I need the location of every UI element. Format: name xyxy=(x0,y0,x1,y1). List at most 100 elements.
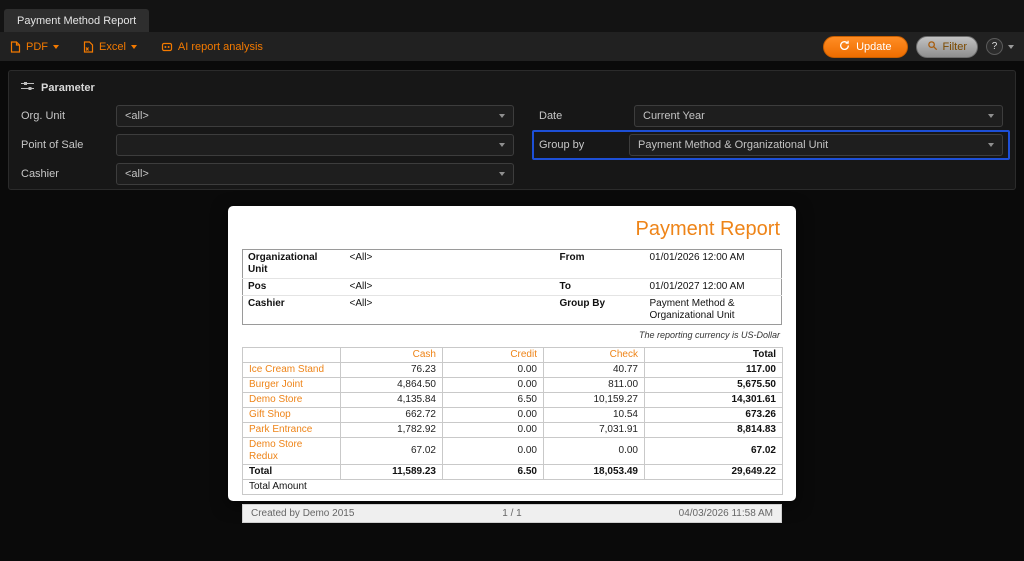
info-to-value: 01/01/2027 12:00 AM xyxy=(644,278,782,296)
report-table-row: Park Entrance 1,782.92 0.00 7,031.91 8,814.8… xyxy=(242,422,783,438)
footer-timestamp: 04/03/2026 11:58 AM xyxy=(678,508,773,519)
amount-cell: 10,159.27 xyxy=(543,392,645,408)
update-button[interactable]: Update xyxy=(823,35,908,58)
sliders-icon xyxy=(21,81,34,94)
cashier-value: <all> xyxy=(125,167,149,180)
group-by-highlight-box: Group by Payment Method & Organizational… xyxy=(532,129,1010,160)
parameter-panel: Parameter Org. Unit <all> Date Current Y… xyxy=(8,70,1016,190)
ai-report-analysis-icon xyxy=(161,41,173,53)
report-data-table: Cash Credit Check Total Ice Cream Stand 76.2… xyxy=(242,347,783,495)
report-table-row: Burger Joint 4,864.50 0.00 811.00 5,675.50 xyxy=(242,377,783,393)
group-by-select[interactable]: Payment Method & Organizational Unit xyxy=(629,133,1003,156)
pdf-menu-button[interactable]: PDF xyxy=(10,41,59,53)
row-label: Demo Store xyxy=(242,392,341,408)
excel-icon xyxy=(83,40,94,53)
total-amount-row: Total Amount xyxy=(242,479,783,495)
amount-cell: 0.00 xyxy=(442,377,544,393)
date-select[interactable]: Current Year xyxy=(634,104,1003,127)
cashier-label: Cashier xyxy=(21,167,59,180)
org-unit-select[interactable]: <all> xyxy=(116,104,514,127)
info-cashier-label: Cashier xyxy=(248,298,285,309)
info-pos-label: Pos xyxy=(242,278,345,296)
column-header: Total xyxy=(644,347,783,363)
amount-cell: 0.00 xyxy=(442,407,544,423)
amount-cell: 76.23 xyxy=(340,362,443,378)
amount-cell: 811.00 xyxy=(543,377,645,393)
total-amount-cell: 18,053.49 xyxy=(543,464,645,480)
help-icon: ? xyxy=(986,38,1003,55)
info-row: Organizational Unit <All> From 01/01/202… xyxy=(242,249,782,279)
toolbar: PDF Excel AI report analysis Update Filt… xyxy=(0,32,1024,61)
tab-payment-method-report[interactable]: Payment Method Report xyxy=(4,9,150,32)
point-of-sale-select[interactable] xyxy=(116,133,514,156)
amount-cell: 14,301.61 xyxy=(644,392,783,408)
info-group-by-value: Payment Method & Organizational Unit xyxy=(649,298,735,321)
org-unit-label: Org. Unit xyxy=(21,109,66,122)
filter-button[interactable]: Filter xyxy=(915,35,978,58)
parameter-panel-title: Parameter xyxy=(41,81,95,94)
excel-label: Excel xyxy=(99,40,126,53)
chevron-down-icon xyxy=(988,142,994,147)
report-table-row: Gift Shop 662.72 0.00 10.54 673.26 xyxy=(242,407,783,423)
excel-menu-button[interactable]: Excel xyxy=(83,41,137,53)
filter-icon xyxy=(927,40,938,54)
info-cashier-value: <All> xyxy=(349,298,373,309)
parameter-row: Cashier <all> xyxy=(21,162,1003,185)
amount-cell: 67.02 xyxy=(644,437,783,465)
chevron-down-icon xyxy=(499,171,505,176)
chevron-down-icon xyxy=(499,142,505,147)
row-label: Gift Shop xyxy=(242,407,341,423)
amount-cell: 662.72 xyxy=(340,407,443,423)
column-header: Cash xyxy=(340,347,443,363)
total-amount-cell: 11,589.23 xyxy=(340,464,443,480)
info-from-label: From xyxy=(554,249,645,279)
amount-cell: 117.00 xyxy=(644,362,783,378)
report-info-table: Organizational Unit <All> From 01/01/202… xyxy=(242,249,782,325)
parameter-row: Org. Unit <all> Date Current Year xyxy=(21,104,1003,127)
amount-cell: 8,814.83 xyxy=(644,422,783,438)
report-footer: Created by Demo 2015 1 / 1 04/03/2026 11… xyxy=(242,504,782,523)
amount-cell: 0.00 xyxy=(442,437,544,465)
chevron-down-icon xyxy=(130,44,137,49)
toolbar-right: Update Filter ? xyxy=(823,35,1014,58)
total-row-label: Total xyxy=(242,464,341,480)
pdf-label: PDF xyxy=(26,40,48,53)
amount-cell: 4,135.84 xyxy=(340,392,443,408)
help-menu[interactable]: ? xyxy=(986,38,1014,55)
pdf-icon xyxy=(10,40,21,53)
date-field: Date Current Year xyxy=(539,104,1003,127)
column-header: Check xyxy=(543,347,645,363)
update-label: Update xyxy=(856,40,892,53)
amount-cell: 10.54 xyxy=(543,407,645,423)
total-amount-label: Total Amount xyxy=(242,479,783,495)
row-label: Demo Store Redux xyxy=(242,437,341,465)
total-row: Total 11,589.23 6.50 18,053.49 29,649.22 xyxy=(242,464,783,480)
refresh-icon xyxy=(839,40,850,54)
amount-cell: 0.00 xyxy=(442,362,544,378)
column-header: Credit xyxy=(442,347,544,363)
report-table-head-row: Cash Credit Check Total xyxy=(242,347,783,363)
amount-cell: 0.00 xyxy=(442,422,544,438)
report-table-row: Ice Cream Stand 76.23 0.00 40.77 117.00 xyxy=(242,362,783,378)
row-label: Park Entrance xyxy=(242,422,341,438)
ai-report-analysis-button[interactable]: AI report analysis xyxy=(161,41,263,53)
group-by-value: Payment Method & Organizational Unit xyxy=(638,138,829,151)
chevron-down-icon xyxy=(1008,44,1014,49)
footer-created-by: Created by Demo 2015 xyxy=(251,508,355,519)
row-label: Ice Cream Stand xyxy=(242,362,341,378)
row-label: Burger Joint xyxy=(242,377,341,393)
info-row: Cashier <All> Group By Payment Method & … xyxy=(243,296,782,325)
cashier-select[interactable]: <all> xyxy=(116,162,514,185)
parameter-panel-header: Parameter xyxy=(21,81,1003,94)
amount-cell: 673.26 xyxy=(644,407,783,423)
info-group-by-label: Group By xyxy=(559,298,606,309)
ai-report-analysis-label: AI report analysis xyxy=(177,40,263,53)
report-title: Payment Report xyxy=(635,218,780,240)
date-value: Current Year xyxy=(643,109,705,122)
amount-cell: 1,782.92 xyxy=(340,422,443,438)
chevron-down-icon xyxy=(53,44,59,49)
info-from-value: 01/01/2026 12:00 AM xyxy=(644,249,782,279)
report-table-body: Ice Cream Stand 76.23 0.00 40.77 117.00 Burge… xyxy=(242,362,783,495)
amount-cell: 5,675.50 xyxy=(644,377,783,393)
total-amount-cell: 6.50 xyxy=(442,464,544,480)
